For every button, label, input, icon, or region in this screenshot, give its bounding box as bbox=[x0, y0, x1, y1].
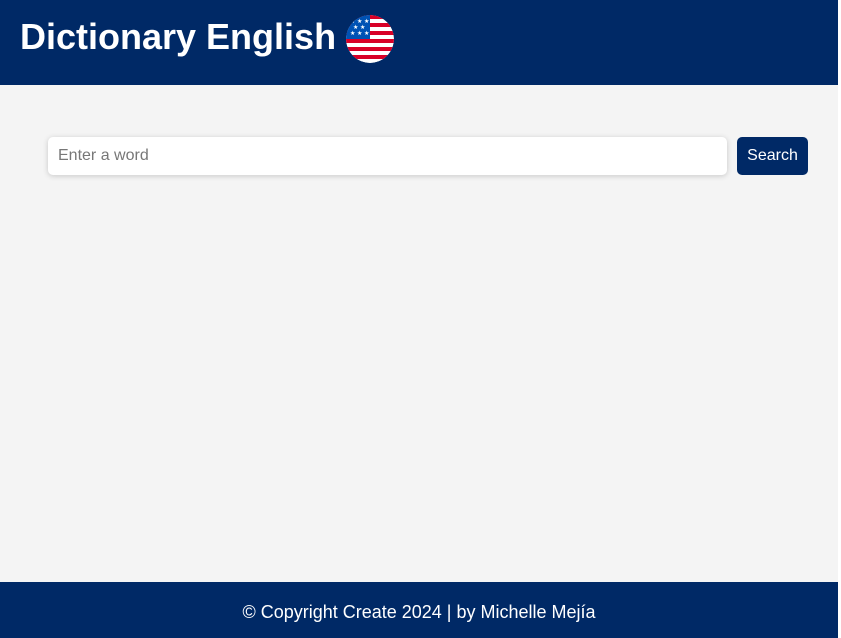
page: Dictionary English ★ ★ ★ ★ ★ ★ ★ ★ Enter… bbox=[0, 0, 841, 638]
svg-text:★: ★ bbox=[350, 30, 355, 37]
page-title: Dictionary English bbox=[20, 15, 337, 57]
copyright-text: © Copyright Create 2024 | by Michelle Me… bbox=[242, 601, 596, 622]
app-footer: © Copyright Create 2024 | by Michelle Me… bbox=[0, 582, 838, 638]
search-input[interactable] bbox=[48, 137, 727, 175]
svg-text:★: ★ bbox=[357, 30, 362, 37]
svg-text:★: ★ bbox=[364, 30, 369, 37]
us-flag-icon: ★ ★ ★ ★ ★ ★ ★ ★ bbox=[346, 14, 395, 63]
search-button[interactable]: Search bbox=[737, 137, 808, 175]
app-header: Dictionary English ★ ★ ★ ★ ★ ★ ★ ★ bbox=[0, 0, 838, 85]
